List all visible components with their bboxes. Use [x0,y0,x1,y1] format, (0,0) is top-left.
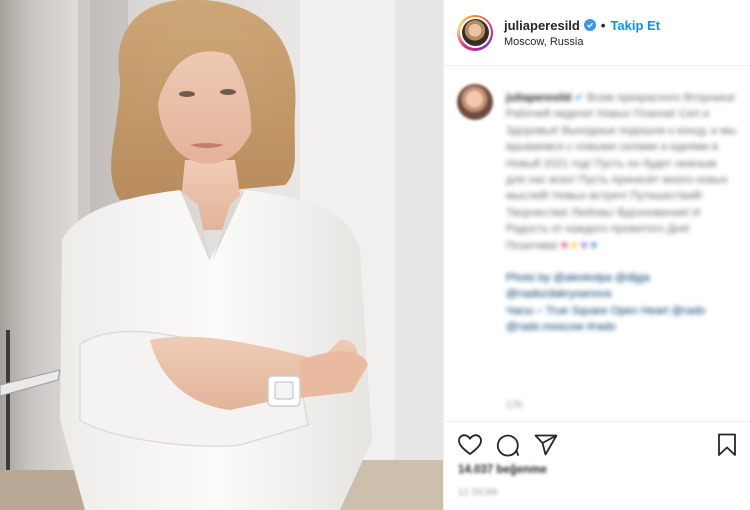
heart-icon: ♥ [570,239,578,252]
caption-section: juliaperesild ✔ Всем прекрасного Вторник… [444,66,750,421]
save-bookmark-icon[interactable] [714,432,740,458]
caption-time-ago: 17h [506,400,523,411]
follow-button[interactable]: Takip Et [610,18,660,33]
post-header: juliaperesild • Takip Et Moscow, Russia [444,0,750,66]
profile-avatar-icon[interactable] [457,14,493,51]
separator-dot: • [600,17,606,33]
portrait-illustration [0,0,443,510]
heart-icon: ♥ [580,239,588,252]
post-date: 12 OCAK [458,487,499,497]
post-location[interactable]: Moscow, Russia [504,36,660,48]
likes-count[interactable]: 14.037 beğenme [458,464,547,476]
heart-icon: ♥ [590,239,598,252]
caption-credits-watch[interactable]: Часы – True Square Open Heart @rado @rad… [506,303,738,336]
caption-username[interactable]: juliaperesild [506,92,571,104]
heart-icon: ♥ [561,239,568,252]
post-caption: juliaperesild ✔ Всем прекрасного Вторник… [506,90,738,336]
share-send-icon[interactable] [533,432,559,458]
verified-badge-icon [583,19,596,31]
caption-credits-photo[interactable]: Photo by @alexkolpa @dijga @nadezdakrysa… [506,270,738,303]
post-actions: 14.037 beğenme 12 OCAK [444,421,750,510]
post-side-panel: juliaperesild • Takip Et Moscow, Russia … [443,0,750,510]
like-heart-icon[interactable] [457,432,483,458]
comment-icon[interactable] [495,432,521,458]
author-username[interactable]: juliaperesild [504,18,580,33]
post-photo[interactable] [0,0,443,510]
caption-avatar-icon[interactable] [457,84,493,120]
caption-text: Всем прекрасного Вторника! Рабочей недел… [506,92,737,252]
verified-badge-icon: ✔ [574,92,584,104]
